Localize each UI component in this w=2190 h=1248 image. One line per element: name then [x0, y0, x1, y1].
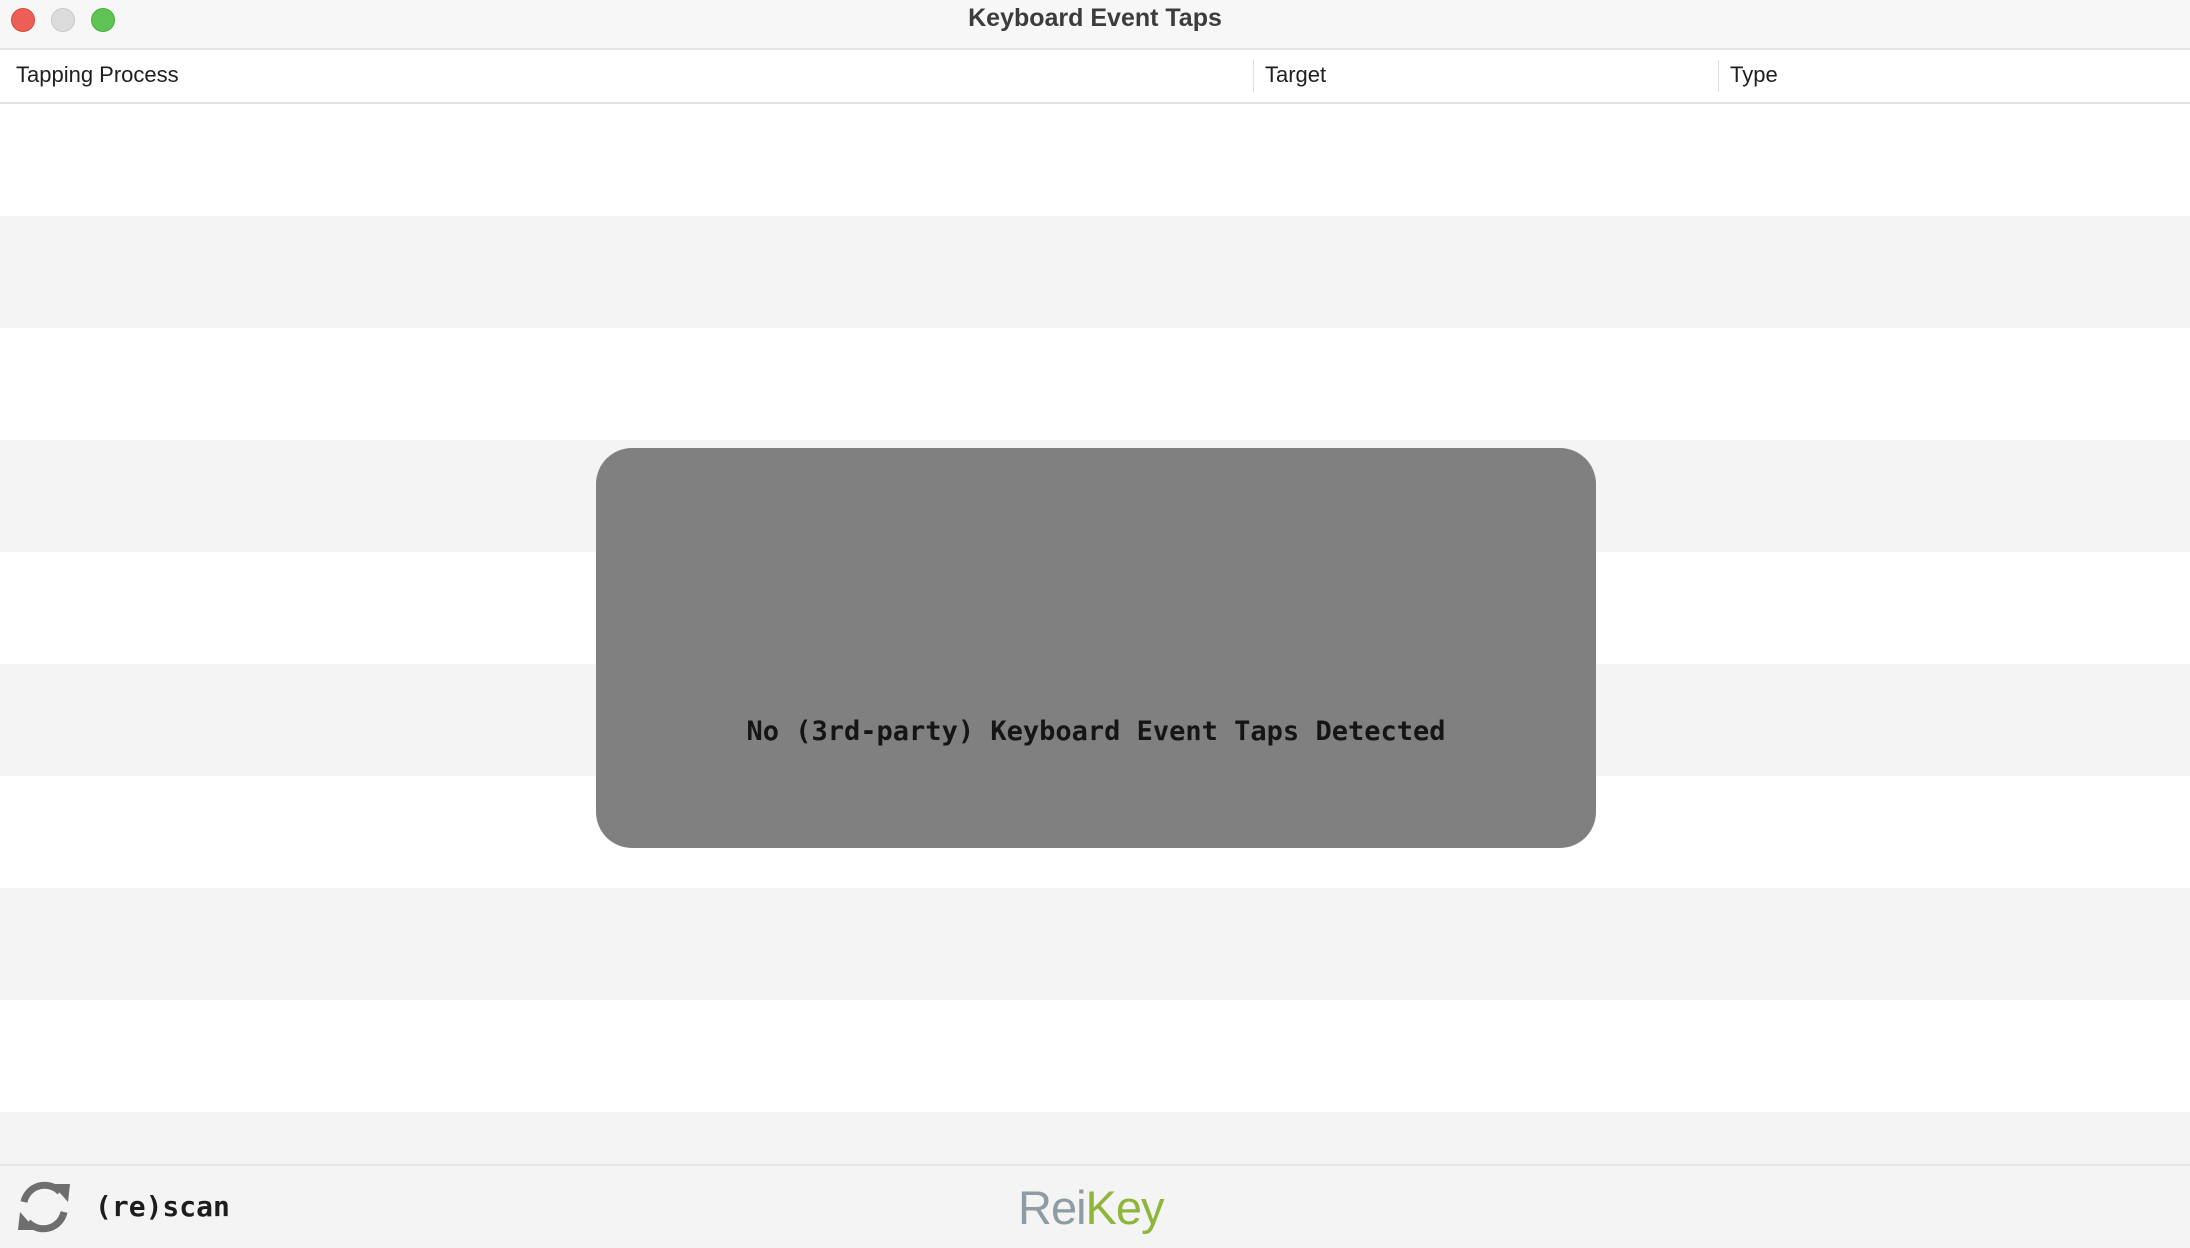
empty-table-row — [0, 104, 2190, 216]
column-divider[interactable] — [1718, 60, 1719, 92]
overlay-message: No (3rd-party) Keyboard Event Taps Detec… — [746, 716, 1446, 747]
title-bar: Keyboard Event Taps — [0, 0, 2190, 50]
rescan-button[interactable]: (re)scan — [95, 1190, 230, 1223]
bottom-toolbar: (re)scan ReiKey — [0, 1164, 2190, 1248]
logo-rei: Rei — [1018, 1181, 1087, 1234]
table-header: Tapping Process Target Type — [0, 50, 2190, 104]
column-divider[interactable] — [1253, 60, 1254, 92]
empty-table-row — [0, 328, 2190, 440]
no-taps-overlay: No (3rd-party) Keyboard Event Taps Detec… — [596, 448, 1596, 848]
logo-key: Key — [1085, 1181, 1165, 1234]
window-title: Keyboard Event Taps — [968, 4, 1222, 32]
column-header-type[interactable]: Type — [1730, 62, 1778, 88]
empty-table-row — [0, 216, 2190, 328]
column-header-target[interactable]: Target — [1265, 62, 1326, 88]
refresh-icon[interactable] — [14, 1176, 74, 1238]
empty-table-row — [0, 1000, 2190, 1112]
reikey-logo: ReiKey — [1018, 1180, 1165, 1235]
column-header-tapping-process[interactable]: Tapping Process — [16, 62, 179, 88]
empty-table-row — [0, 888, 2190, 1000]
